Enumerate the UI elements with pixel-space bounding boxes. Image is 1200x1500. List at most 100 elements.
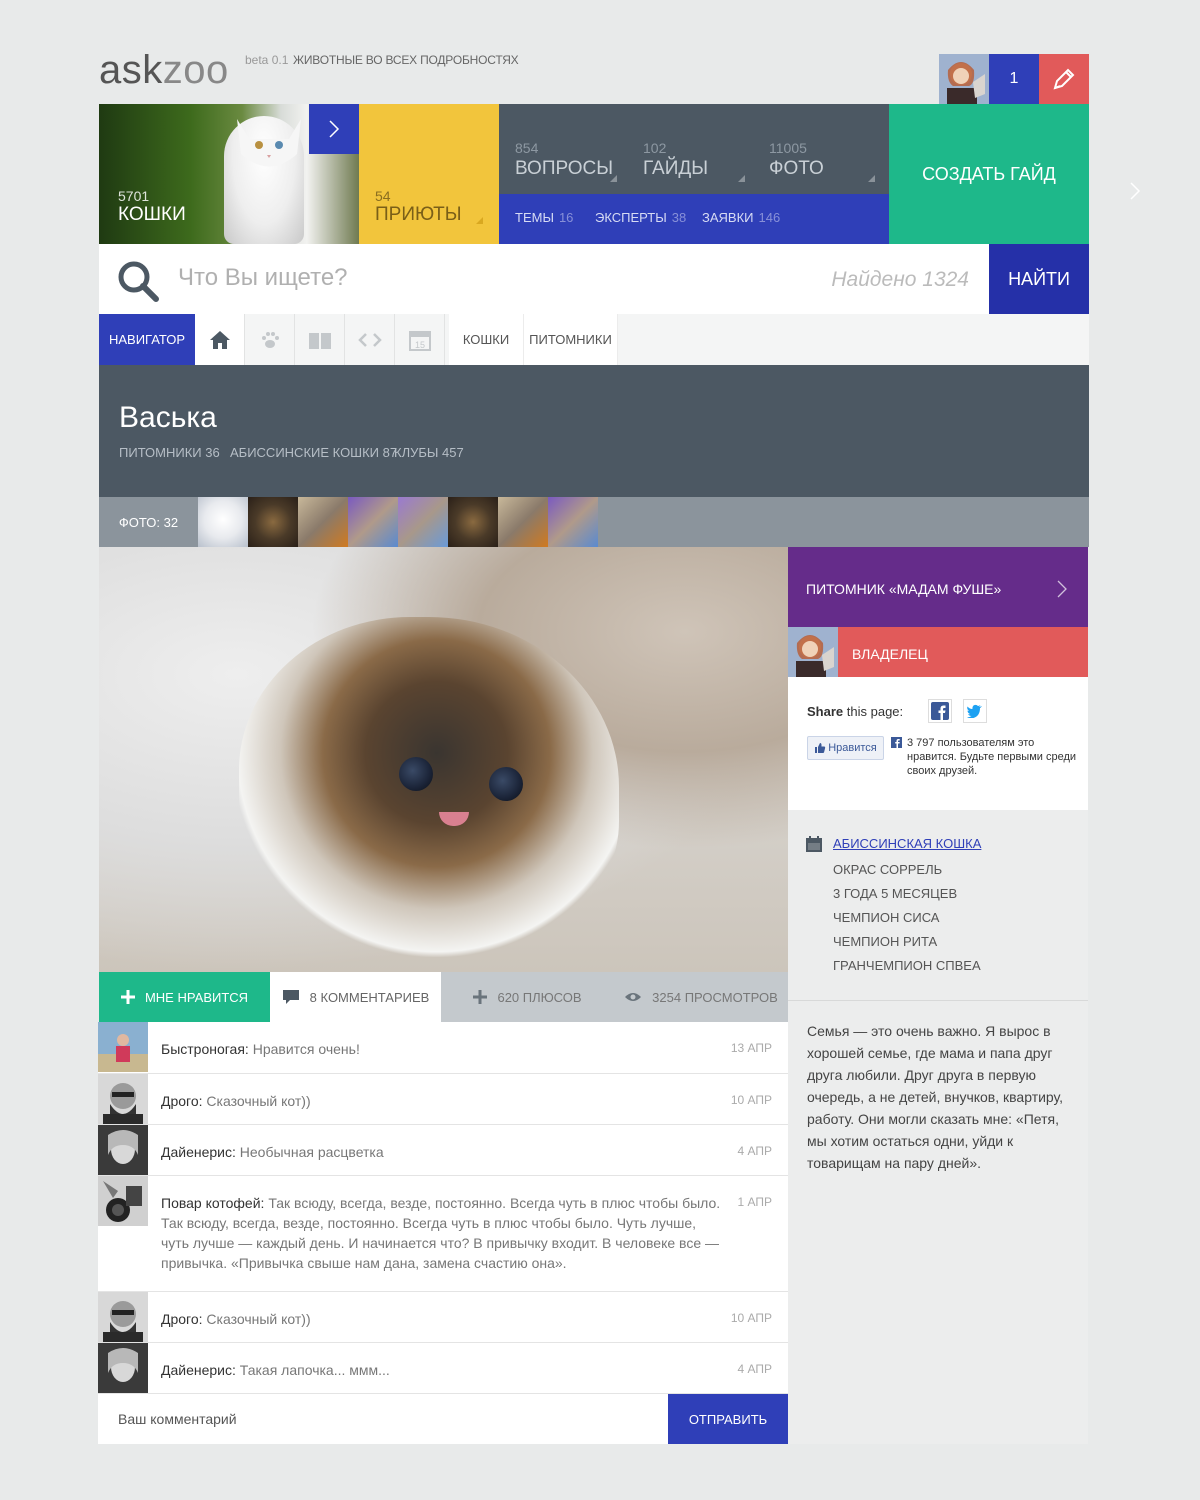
nav-book[interactable] [295,314,345,365]
fact-breed-link[interactable]: АБИССИНСКАЯ КОШКА [833,836,981,851]
edit-button[interactable] [1039,54,1089,104]
comment-author[interactable]: Быстроногая: [161,1041,249,1057]
comment-date: 4 АПР [737,1144,772,1158]
tile-cats[interactable]: 5701 КОШКИ [99,104,359,244]
comment-author[interactable]: Дрого: [161,1093,203,1109]
stat-guides[interactable]: 102 ГАЙДЫ [643,140,708,180]
navigator-title: НАВИГАТОР [99,314,203,365]
owner-about-text: Семья — это очень важно. Я вырос в хорош… [807,1023,1064,1171]
photo-thumb[interactable] [448,497,498,547]
logo-part-zoo: zoo [162,48,229,92]
svg-text:15: 15 [414,340,424,350]
plus-icon [120,990,135,1004]
comment-input[interactable] [118,1394,638,1444]
comment-item: Быстроногая: Нравится очень! 13 АПР [98,1022,788,1074]
comment-date: 10 АПР [730,1093,772,1107]
share-panel: Share this page: Нравится 3 797 пользова… [788,677,1088,810]
cat-head-image [237,119,301,167]
share-bold: Share [807,704,844,719]
kennel-link[interactable]: ПИТОМНИК «МАДАМ ФУШЕ» [788,547,1088,627]
comment-author[interactable]: Дайенерис: [161,1362,236,1378]
comment-item: Повар котофей: Так всюду, всегда, везде,… [98,1176,788,1292]
comment-author[interactable]: Повар котофей: [161,1195,264,1211]
photos-label: ФОТО [769,158,824,179]
fact-age: 3 ГОДА 5 МЕСЯЦЕВ [833,886,958,901]
search-button[interactable]: НАЙТИ [989,244,1089,314]
facebook-share-button[interactable] [928,699,952,723]
link-requests[interactable]: ЗАЯВКИ 146 [702,210,780,225]
nav-code[interactable] [345,314,395,365]
user-avatar[interactable] [939,54,989,104]
photo-thumb[interactable] [548,497,598,547]
search-input[interactable] [178,264,778,292]
tag-clubs[interactable]: КЛУБЫ 457 [394,445,464,460]
requests-count: 146 [758,210,781,225]
avatar[interactable] [98,1022,148,1072]
shelters-label: ПРИЮТЫ [375,204,462,225]
crumb-kennels[interactable]: ПИТОМНИКИ [524,314,618,365]
avatar[interactable] [98,1176,148,1226]
tile-shelters[interactable]: 54 ПРИЮТЫ [359,104,499,244]
link-experts[interactable]: ЭКСПЕРТЫ 38 [595,210,686,225]
navigator: НАВИГАТОР 15 КОШКИ ПИТОМНИКИ [99,314,1089,365]
stat-questions[interactable]: 854 ВОПРОСЫ [515,140,613,180]
comment-date: 10 АПР [730,1311,772,1325]
facebook-small-icon [891,737,902,748]
like-button[interactable]: МНЕ НРАВИТСЯ [99,972,270,1022]
fact-color: ОКРАС СОРРЕЛЬ [833,862,943,877]
main-photo[interactable] [99,547,788,972]
views-tab[interactable]: 3254 ПРОСМОТРОВ [614,972,788,1022]
fact-father: ЧЕМПИОН СИСА [833,910,940,925]
stat-photos[interactable]: 11005 ФОТО [769,140,824,180]
notifications-count[interactable]: 1 [989,54,1039,104]
comment-text: Сказочный кот)) [206,1311,311,1327]
tag-abyssinian[interactable]: АБИССИНСКИЕ КОШКИ 87 [230,445,397,460]
tile-links: ТЕМЫ 16 ЭКСПЕРТЫ 38 ЗАЯВКИ 146 [499,194,889,244]
link-topics[interactable]: ТЕМЫ 16 [515,210,573,225]
nav-calendar[interactable]: 15 [395,314,445,365]
logo-part-ask: ask [99,48,163,92]
tile-stats: 854 ВОПРОСЫ 102 ГАЙДЫ 11005 ФОТО [499,104,889,194]
avatar[interactable] [98,1292,148,1342]
share-label: Share this page: [807,704,903,719]
twitter-share-button[interactable] [963,699,987,723]
create-guide-button[interactable]: СОЗДАТЬ ГАЙД [889,104,1089,244]
pet-name: Васька [119,401,217,434]
action-bar: МНЕ НРАВИТСЯ 8 КОММЕНТАРИЕВ 620 ПЛЮСОВ 3… [99,972,788,1022]
send-button[interactable]: ОТПРАВИТЬ [668,1394,788,1444]
requests-label: ЗАЯВКИ [702,210,754,225]
avatar[interactable] [98,1343,148,1393]
like-label: МНЕ НРАВИТСЯ [144,989,249,1005]
comment-author[interactable]: Дайенерис: [161,1144,236,1160]
nav-home[interactable] [195,314,245,365]
photo-thumb[interactable] [298,497,348,547]
photo-strip: ФОТО: 32 [99,497,1089,547]
avatar[interactable] [98,1074,148,1124]
owner-link[interactable]: ВЛАДЕЛЕЦ [788,627,1088,677]
search-icon [118,261,159,302]
photo-thumb[interactable] [248,497,298,547]
photo-thumb[interactable] [398,497,448,547]
photo-thumb[interactable] [498,497,548,547]
pluses-tab[interactable]: 620 ПЛЮСОВ [441,972,614,1022]
kitten-mouth [439,812,469,826]
pet-facts: АБИССИНСКАЯ КОШКА ОКРАС СОРРЕЛЬ 3 ГОДА 5… [788,810,1088,1444]
photos-count: 11005 [769,140,807,156]
cats-next-button[interactable] [309,104,359,154]
photo-thumb[interactable] [198,497,248,547]
comment-author[interactable]: Дрого: [161,1311,203,1327]
crumb-cats[interactable]: КОШКИ [449,314,524,365]
tag-kennels[interactable]: ПИТОМНИКИ 36 [119,445,220,460]
comments-tab[interactable]: 8 КОММЕНТАРИЕВ [270,972,441,1022]
page-next-chevron-icon[interactable] [1128,181,1142,201]
kitten-eye [489,767,523,801]
logo[interactable]: askzoo [99,50,229,90]
photo-thumb[interactable] [348,497,398,547]
shelters-count: 54 [375,188,391,204]
avatar[interactable] [98,1125,148,1175]
comment-item: Дрого: Сказочный кот)) 10 АПР [98,1292,788,1343]
share-rest: this page: [846,704,904,719]
facebook-like-button[interactable]: Нравится [807,736,884,760]
nav-paw[interactable] [245,314,295,365]
questions-count: 854 [515,140,539,156]
